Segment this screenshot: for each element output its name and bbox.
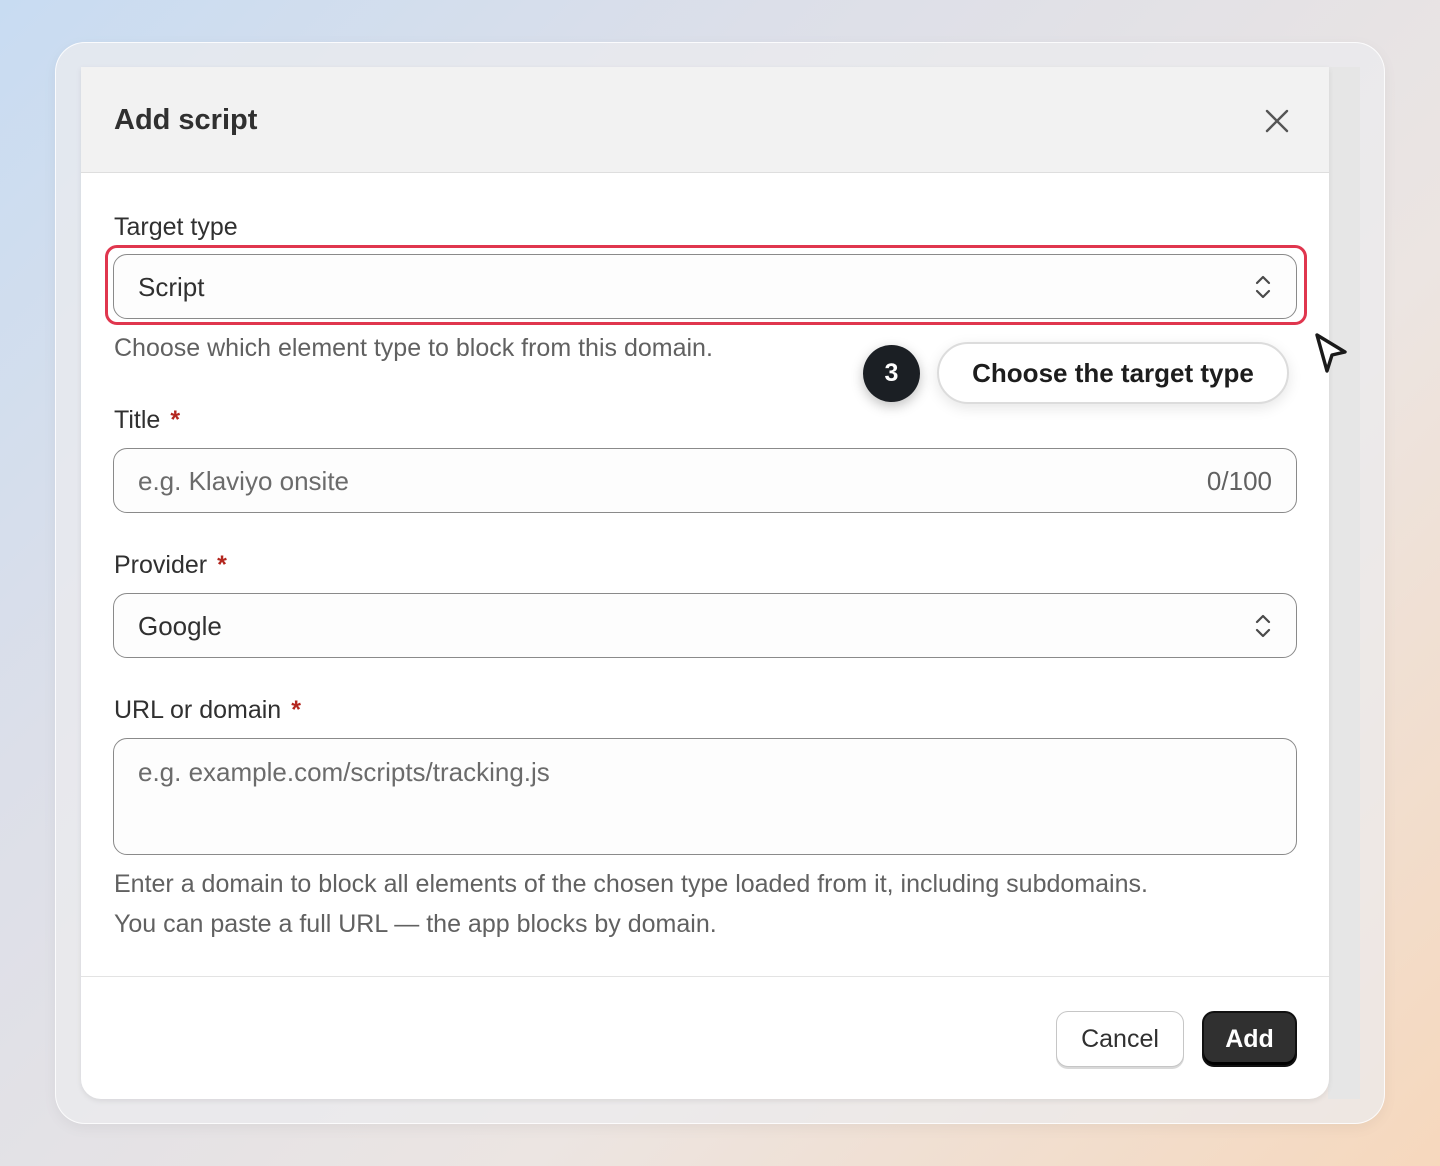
close-button[interactable] (1259, 103, 1295, 139)
url-textarea[interactable]: e.g. example.com/scripts/tracking.js (113, 738, 1297, 855)
required-mark: * (170, 406, 181, 434)
required-mark: * (217, 551, 227, 579)
url-help-line-1: Enter a domain to block all elements of … (114, 870, 1148, 898)
provider-select[interactable]: Google (113, 593, 1297, 658)
url-help-line-2: You can paste a full URL — the app block… (114, 910, 717, 938)
required-mark: * (291, 696, 301, 724)
close-icon (1265, 109, 1289, 133)
modal-title: Add script (114, 104, 258, 136)
target-type-help: Choose which element type to block from … (114, 334, 713, 362)
pointer-cursor-icon (1315, 333, 1347, 373)
modal-footer: Cancel Add (81, 976, 1329, 1099)
character-counter: 0/100 (1206, 466, 1272, 496)
cancel-button[interactable]: Cancel (1056, 1011, 1184, 1067)
step-number-badge: 3 (863, 345, 920, 402)
provider-label: Provider * (114, 551, 227, 579)
title-placeholder: e.g. Klaviyo onsite (138, 466, 350, 496)
url-label: URL or domain * (114, 696, 301, 724)
title-label: Title * (114, 406, 181, 434)
add-button[interactable]: Add (1202, 1011, 1297, 1067)
target-type-value: Script (138, 272, 205, 302)
target-type-label: Target type (114, 213, 238, 241)
provider-value: Google (138, 611, 222, 641)
chevron-up-down-icon (1255, 614, 1271, 638)
modal-header: Add script (81, 67, 1329, 173)
url-placeholder: e.g. example.com/scripts/tracking.js (138, 757, 550, 787)
target-type-select[interactable]: Script (113, 254, 1297, 319)
add-script-modal: Add script Target type Script Choose whi… (81, 67, 1329, 1099)
tutorial-tooltip: Choose the target type (937, 342, 1289, 404)
title-input[interactable]: e.g. Klaviyo onsite 0/100 (113, 448, 1297, 513)
chevron-up-down-icon (1255, 275, 1271, 299)
scroll-edge (1328, 67, 1360, 1099)
